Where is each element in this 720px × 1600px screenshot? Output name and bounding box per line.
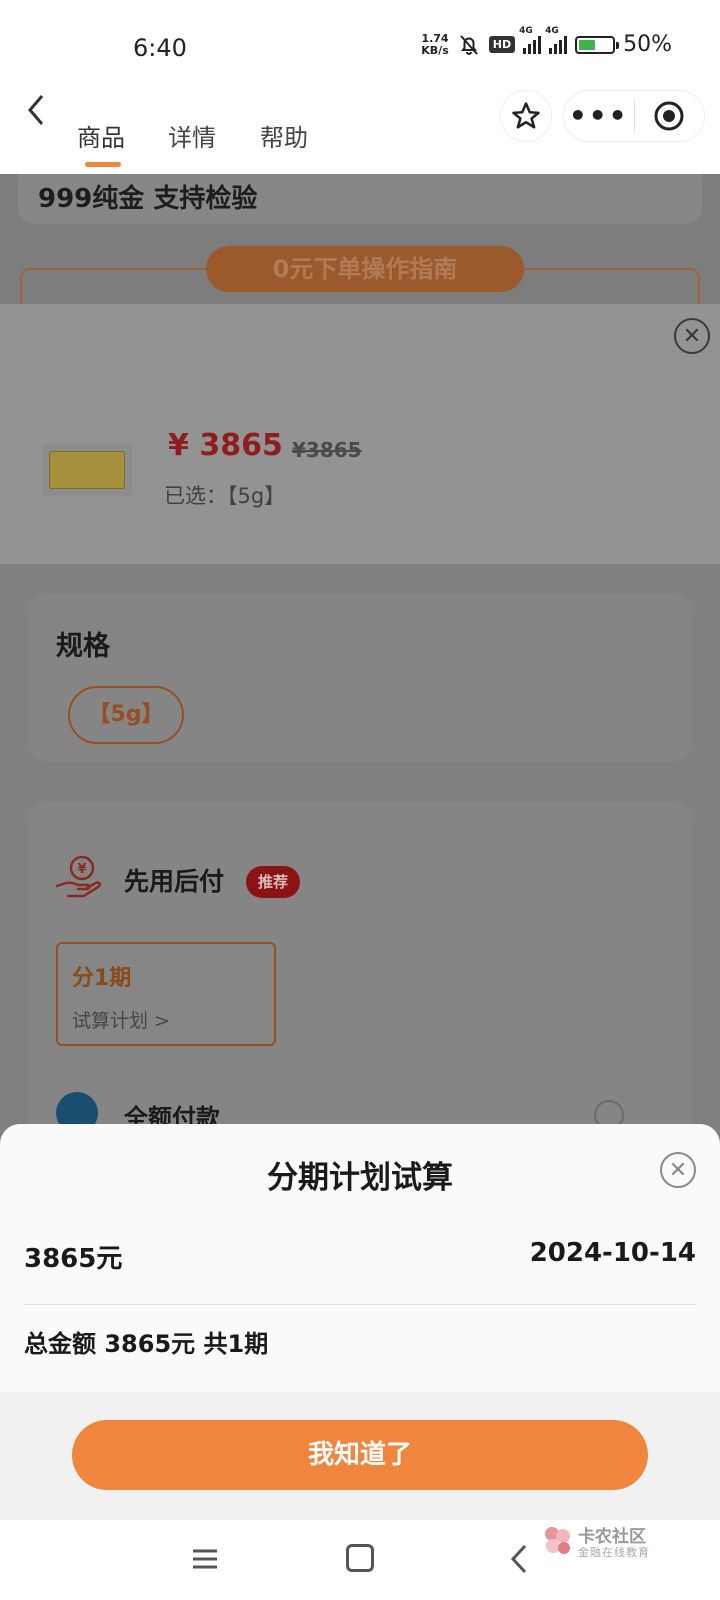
tab-product[interactable]: 商品 xyxy=(77,118,125,153)
plan-label: 分1期 xyxy=(72,966,132,991)
target-icon xyxy=(654,101,684,131)
watermark-subtitle: 金融在线教育 xyxy=(578,1546,650,1559)
close-icon: ✕ xyxy=(682,323,702,349)
bnpl-title: 先用后付 xyxy=(124,867,225,896)
more-button[interactable]: ••• xyxy=(564,96,634,136)
plan-calc-link[interactable]: 试算计划 > xyxy=(72,1006,170,1033)
tab-help[interactable]: 帮助 xyxy=(260,118,308,153)
popup-title: 分期计划试算 xyxy=(267,1160,453,1196)
top-nav: 商品 详情 帮助 ••• xyxy=(0,90,720,174)
tab-details[interactable]: 详情 xyxy=(168,118,216,153)
system-nav-bar: 卡农社区 金融在线教育 xyxy=(0,1520,720,1600)
status-icons: 1.74 KB/s HD 4G 4G 50% xyxy=(421,26,672,58)
net-speed: 1.74 KB/s xyxy=(421,31,449,57)
favorite-button[interactable] xyxy=(500,90,552,142)
back-button[interactable] xyxy=(18,90,58,130)
home-icon[interactable] xyxy=(346,1544,374,1572)
spec-option-5g[interactable]: 【5g】 xyxy=(68,686,184,744)
guide-pill: 0元下单操作指南 xyxy=(206,246,524,292)
installment-plan-option[interactable]: 分1期 试算计划 > xyxy=(56,942,276,1046)
signal-icon: 4G xyxy=(545,26,568,54)
installment-popup: 分期计划试算 ✕ 3865元 2024-10-14 总金额 3865元 共1期 … xyxy=(0,1124,720,1520)
svg-text:¥: ¥ xyxy=(77,862,86,877)
confirm-button[interactable]: 我知道了 xyxy=(72,1420,648,1490)
installment-date: 2024-10-14 xyxy=(529,1238,696,1268)
recommend-badge: 推荐 xyxy=(246,866,301,898)
battery-icon xyxy=(575,35,620,54)
sku-header: ✕ ¥ 3865 ¥3865 已选：【5g】 xyxy=(0,304,720,564)
close-sheet-button[interactable]: ✕ xyxy=(674,318,710,354)
watermark: 卡农社区 金融在线教育 xyxy=(540,1520,670,1564)
miniapp-capsule: ••• xyxy=(563,90,705,142)
close-miniapp-button[interactable] xyxy=(635,100,705,132)
tab-active-indicator xyxy=(85,162,121,167)
product-title: 999纯金 支持检验 xyxy=(38,184,258,214)
back-arrow-icon xyxy=(28,95,44,125)
watermark-logo-icon xyxy=(545,1527,570,1554)
close-icon: ✕ xyxy=(668,1157,688,1183)
signal-icon: 4G xyxy=(519,26,542,54)
hand-coin-icon: ¥ xyxy=(55,855,102,898)
original-price: ¥3865 xyxy=(292,438,362,462)
installment-amount: 3865元 xyxy=(24,1244,123,1274)
divider xyxy=(24,1304,696,1305)
bell-muted-icon xyxy=(460,34,478,55)
status-bar: 6:40 1.74 KB/s HD 4G 4G 50% xyxy=(0,0,720,90)
total-summary: 总金额 3865元 共1期 xyxy=(24,1330,269,1358)
battery-percent: 50% xyxy=(623,32,672,57)
spec-card: 规格 【5g】 xyxy=(28,594,692,762)
selected-spec: 已选：【5g】 xyxy=(164,484,286,508)
product-thumbnail xyxy=(42,444,132,496)
spec-title: 规格 xyxy=(56,631,110,662)
back-icon[interactable] xyxy=(505,1542,535,1576)
status-time: 6:40 xyxy=(133,34,187,62)
star-icon xyxy=(512,102,540,129)
product-page-background: 999纯金 支持检验 0元下单操作指南 xyxy=(0,174,720,304)
menu-icon[interactable] xyxy=(190,1544,220,1574)
current-price: ¥ 3865 xyxy=(168,428,283,463)
close-popup-button[interactable]: ✕ xyxy=(660,1152,696,1188)
hd-badge: HD xyxy=(488,36,516,53)
